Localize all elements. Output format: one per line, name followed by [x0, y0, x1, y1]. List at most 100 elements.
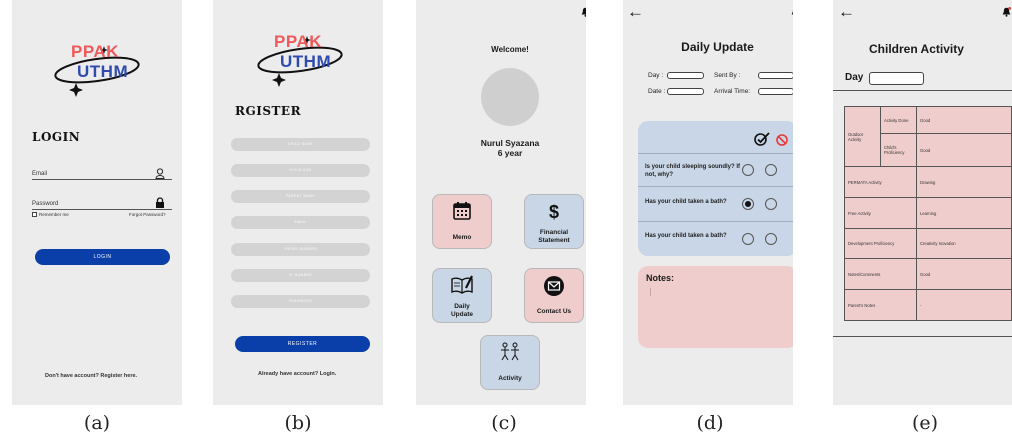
table-cell: Drawing: [916, 166, 1012, 198]
question-text: Is your child sleeping soundly? If not, …: [645, 164, 741, 178]
no-radio[interactable]: [765, 164, 777, 176]
logo-text-ppak: PPAK: [71, 42, 119, 61]
no-radio[interactable]: [765, 233, 777, 245]
phone-number-field[interactable]: PHONE NUMBER: [231, 243, 370, 256]
password-field[interactable]: [32, 209, 172, 210]
text-cursor: [650, 288, 651, 296]
figure-label-a: (a): [83, 412, 111, 434]
table-cell: Good: [916, 258, 1012, 290]
avatar: [481, 68, 539, 126]
register-title: RGISTER: [235, 104, 302, 118]
ppak-uthm-logo: PPAK UTHM: [250, 30, 350, 92]
figure-label-d: (d): [696, 412, 724, 434]
table-cell: Learning: [916, 197, 1012, 229]
logo-text-uthm: UTHM: [280, 52, 332, 71]
table-cell: Creativity Inovation: [916, 228, 1012, 259]
sent-by-field[interactable]: [758, 72, 793, 79]
arrival-time-field[interactable]: [758, 88, 793, 95]
arrival-time-label: Arrival Time:: [714, 88, 751, 95]
daily-update-screen: ← Daily Update Day : Sent By : Date : Ar…: [623, 0, 793, 405]
date-label: Date :: [648, 88, 666, 95]
child-name-field[interactable]: CHILD NAME: [231, 138, 370, 151]
contact-us-tile[interactable]: Contact Us: [524, 268, 584, 323]
parent-name-field[interactable]: PARENT NAME: [231, 190, 370, 203]
table-row: Notes/Comments Good: [844, 258, 1012, 290]
table-cell: Outdoor Activity: [844, 106, 881, 167]
yes-radio[interactable]: [742, 233, 754, 245]
calendar-icon: [433, 201, 491, 226]
financial-statement-tile[interactable]: $ Financial Statement: [524, 194, 584, 249]
table-row: Parent's Notes -: [844, 289, 1012, 321]
email-field[interactable]: [32, 179, 172, 180]
memo-tile[interactable]: Memo: [432, 194, 492, 249]
day-field[interactable]: [667, 72, 704, 79]
table-cell: Notes/Comments: [844, 258, 917, 290]
table-cell: Activity Done: [880, 106, 917, 134]
page-title: Children Activity: [869, 42, 964, 56]
register-button[interactable]: REGISTER: [235, 336, 370, 352]
table-row: Development Proficiency Creativity Inova…: [844, 228, 1012, 259]
forgot-password-link[interactable]: Forgot Password?: [129, 212, 166, 217]
divider: [833, 336, 1012, 337]
memo-label: Memo: [452, 234, 472, 241]
bell-icon[interactable]: [791, 7, 793, 17]
divider: [833, 90, 1012, 91]
day-label: Day :: [648, 72, 664, 79]
table-cell: Parent's Notes: [844, 289, 917, 321]
table-cell: Good: [916, 133, 1012, 167]
table-cell: PERMATA Activity: [844, 166, 917, 198]
logo-text-ppak: PPAK: [274, 32, 322, 51]
daily-update-tile[interactable]: Daily Update: [432, 268, 492, 323]
login-link[interactable]: Already have account? Login.: [258, 371, 336, 377]
remember-me-checkbox[interactable]: [32, 212, 37, 217]
ppak-uthm-logo: PPAK UTHM: [47, 40, 147, 102]
table-cell: Free Activity: [844, 197, 917, 229]
activity-table: Outdoor Activity Activity Done Good Chil…: [844, 106, 1012, 321]
welcome-text: Welcome!: [491, 45, 529, 54]
password-field[interactable]: PASSWORD: [231, 295, 370, 308]
day-label: Day: [845, 72, 864, 83]
check-icon: [754, 132, 770, 151]
login-title: LOGIN: [32, 130, 81, 144]
book-pen-icon: [433, 275, 491, 300]
login-screen: PPAK UTHM LOGIN Email Password Remember …: [12, 0, 182, 405]
remember-me-label: Remember me: [39, 212, 69, 217]
child-name: Nurul Syazana: [480, 138, 540, 148]
home-screen: Welcome! Nurul Syazana 6 year Memo $ Fin…: [416, 0, 586, 405]
figure-label-b: (b): [284, 412, 312, 434]
yes-radio[interactable]: [742, 198, 754, 210]
activity-tile[interactable]: Activity: [480, 335, 540, 390]
activity-label: Activity: [498, 375, 522, 382]
question-text: Has your child taken a bath?: [645, 233, 727, 239]
bell-icon[interactable]: [581, 7, 586, 17]
question-row: Is your child sleeping soundly? If not, …: [638, 153, 793, 186]
date-field[interactable]: [667, 88, 704, 95]
notes-label: Notes:: [646, 273, 675, 283]
user-icon: [155, 166, 165, 184]
login-button[interactable]: LOGIN: [35, 249, 170, 265]
yes-radio[interactable]: [742, 164, 754, 176]
back-arrow-icon[interactable]: ←: [627, 3, 644, 20]
table-row: Free Activity Learning: [844, 197, 1012, 229]
children-activity-screen: ← Children Activity Day Outdoor Activity…: [833, 0, 1012, 405]
register-link[interactable]: Don't have account? Register here.: [45, 373, 137, 379]
page-title: Daily Update: [681, 40, 754, 54]
day-field[interactable]: [869, 72, 924, 85]
figure-label-c: (c): [491, 412, 517, 434]
sent-by-label: Sent By :: [714, 72, 741, 79]
question-text: Has your child taken a bath?: [645, 199, 727, 205]
figure-label-e: (e): [911, 412, 939, 434]
financial-label-1: Financial: [539, 229, 569, 236]
bell-icon[interactable]: [1002, 7, 1011, 17]
no-radio[interactable]: [765, 198, 777, 210]
notes-panel[interactable]: Notes:: [638, 266, 793, 348]
dollar-icon: $: [548, 202, 559, 222]
financial-label-2: Statement: [538, 237, 570, 244]
contact-label: Contact Us: [536, 308, 572, 315]
child-age-field[interactable]: CHILD AGE: [231, 164, 370, 177]
table-cell: Development Proficiency: [844, 228, 917, 259]
question-panel: Is your child sleeping soundly? If not, …: [638, 121, 793, 256]
back-arrow-icon[interactable]: ←: [838, 3, 855, 20]
email-field[interactable]: EMAIL: [231, 216, 370, 229]
ic-number-field[interactable]: IC NUMBER: [231, 269, 370, 282]
